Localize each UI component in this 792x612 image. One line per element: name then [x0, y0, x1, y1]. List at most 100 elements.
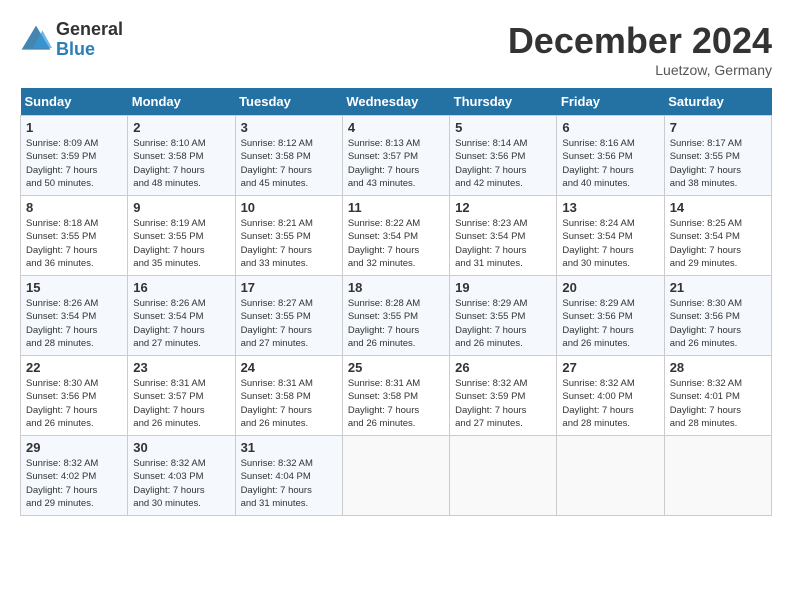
calendar-cell: [342, 436, 449, 516]
logo-text: General Blue: [56, 20, 123, 60]
day-number: 10: [241, 200, 337, 215]
calendar-cell: 8Sunrise: 8:18 AMSunset: 3:55 PMDaylight…: [21, 196, 128, 276]
day-number: 11: [348, 200, 444, 215]
day-info: Sunrise: 8:12 AMSunset: 3:58 PMDaylight:…: [241, 137, 337, 190]
day-number: 24: [241, 360, 337, 375]
day-info: Sunrise: 8:22 AMSunset: 3:54 PMDaylight:…: [348, 217, 444, 270]
day-info: Sunrise: 8:10 AMSunset: 3:58 PMDaylight:…: [133, 137, 229, 190]
day-number: 14: [670, 200, 766, 215]
day-number: 2: [133, 120, 229, 135]
location: Luetzow, Germany: [508, 62, 772, 78]
day-number: 23: [133, 360, 229, 375]
day-number: 17: [241, 280, 337, 295]
calendar-cell: 31Sunrise: 8:32 AMSunset: 4:04 PMDayligh…: [235, 436, 342, 516]
day-info: Sunrise: 8:31 AMSunset: 3:58 PMDaylight:…: [241, 377, 337, 430]
day-number: 20: [562, 280, 658, 295]
header-day-monday: Monday: [128, 88, 235, 116]
calendar-week-4: 22 Sunrise: 8:30 AMSunset: 3:56 PMDayligh…: [21, 356, 772, 436]
calendar-cell: 5Sunrise: 8:14 AMSunset: 3:56 PMDaylight…: [450, 116, 557, 196]
day-number: 16: [133, 280, 229, 295]
day-number: 13: [562, 200, 658, 215]
day-info: Sunrise: 8:30 AMSunset: 3:56 PMDaylight:…: [670, 297, 766, 350]
day-info: Sunrise: 8:16 AMSunset: 3:56 PMDaylight:…: [562, 137, 658, 190]
day-number: 1: [26, 120, 122, 135]
header-day-thursday: Thursday: [450, 88, 557, 116]
calendar-cell: 11 Sunrise: 8:22 AMSunset: 3:54 PMDayligh…: [342, 196, 449, 276]
day-number: 22: [26, 360, 122, 375]
day-info: Sunrise: 8:29 AMSunset: 3:55 PMDaylight:…: [455, 297, 551, 350]
logo: General Blue: [20, 20, 123, 60]
day-info: Sunrise: 8:30 AMSunset: 3:56 PMDaylight:…: [26, 377, 122, 430]
day-number: 28: [670, 360, 766, 375]
calendar-cell: 1Sunrise: 8:09 AMSunset: 3:59 PMDaylight…: [21, 116, 128, 196]
calendar-cell: [450, 436, 557, 516]
day-number: 7: [670, 120, 766, 135]
day-info: Sunrise: 8:31 AMSunset: 3:57 PMDaylight:…: [133, 377, 229, 430]
day-number: 12: [455, 200, 551, 215]
day-info: Sunrise: 8:32 AMSunset: 4:00 PMDaylight:…: [562, 377, 658, 430]
day-info: Sunrise: 8:32 AMSunset: 4:02 PMDaylight:…: [26, 457, 122, 510]
day-number: 3: [241, 120, 337, 135]
calendar-table: SundayMondayTuesdayWednesdayThursdayFrid…: [20, 88, 772, 516]
calendar-cell: 3 Sunrise: 8:12 AMSunset: 3:58 PMDaylight…: [235, 116, 342, 196]
header-row: SundayMondayTuesdayWednesdayThursdayFrid…: [21, 88, 772, 116]
logo-general: General: [56, 20, 123, 40]
day-info: Sunrise: 8:32 AMSunset: 4:03 PMDaylight:…: [133, 457, 229, 510]
calendar-cell: 21 Sunrise: 8:30 AMSunset: 3:56 PMDayligh…: [664, 276, 771, 356]
calendar-cell: 16 Sunrise: 8:26 AMSunset: 3:54 PMDayligh…: [128, 276, 235, 356]
page-header: General Blue December 2024 Luetzow, Germ…: [20, 20, 772, 78]
calendar-week-5: 29Sunrise: 8:32 AMSunset: 4:02 PMDayligh…: [21, 436, 772, 516]
day-number: 5: [455, 120, 551, 135]
calendar-cell: 30 Sunrise: 8:32 AMSunset: 4:03 PMDayligh…: [128, 436, 235, 516]
day-info: Sunrise: 8:32 AMSunset: 3:59 PMDaylight:…: [455, 377, 551, 430]
day-number: 21: [670, 280, 766, 295]
calendar-cell: 25 Sunrise: 8:31 AMSunset: 3:58 PMDayligh…: [342, 356, 449, 436]
header-day-friday: Friday: [557, 88, 664, 116]
header-day-saturday: Saturday: [664, 88, 771, 116]
header-day-wednesday: Wednesday: [342, 88, 449, 116]
day-number: 30: [133, 440, 229, 455]
calendar-cell: 20Sunrise: 8:29 AMSunset: 3:56 PMDayligh…: [557, 276, 664, 356]
day-number: 8: [26, 200, 122, 215]
day-number: 18: [348, 280, 444, 295]
day-info: Sunrise: 8:27 AMSunset: 3:55 PMDaylight:…: [241, 297, 337, 350]
day-number: 19: [455, 280, 551, 295]
day-info: Sunrise: 8:31 AMSunset: 3:58 PMDaylight:…: [348, 377, 444, 430]
logo-icon: [20, 24, 52, 56]
calendar-cell: 17 Sunrise: 8:27 AMSunset: 3:55 PMDayligh…: [235, 276, 342, 356]
day-info: Sunrise: 8:23 AMSunset: 3:54 PMDaylight:…: [455, 217, 551, 270]
calendar-cell: 28Sunrise: 8:32 AMSunset: 4:01 PMDayligh…: [664, 356, 771, 436]
day-number: 15: [26, 280, 122, 295]
calendar-cell: 6 Sunrise: 8:16 AMSunset: 3:56 PMDaylight…: [557, 116, 664, 196]
day-info: Sunrise: 8:17 AMSunset: 3:55 PMDaylight:…: [670, 137, 766, 190]
day-number: 25: [348, 360, 444, 375]
calendar-cell: 18 Sunrise: 8:28 AMSunset: 3:55 PMDayligh…: [342, 276, 449, 356]
calendar-cell: [664, 436, 771, 516]
calendar-cell: 12 Sunrise: 8:23 AMSunset: 3:54 PMDayligh…: [450, 196, 557, 276]
day-info: Sunrise: 8:26 AMSunset: 3:54 PMDaylight:…: [26, 297, 122, 350]
header-day-sunday: Sunday: [21, 88, 128, 116]
calendar-cell: 24 Sunrise: 8:31 AMSunset: 3:58 PMDayligh…: [235, 356, 342, 436]
day-info: Sunrise: 8:25 AMSunset: 3:54 PMDaylight:…: [670, 217, 766, 270]
calendar-week-2: 8Sunrise: 8:18 AMSunset: 3:55 PMDaylight…: [21, 196, 772, 276]
calendar-header: SundayMondayTuesdayWednesdayThursdayFrid…: [21, 88, 772, 116]
calendar-cell: 9 Sunrise: 8:19 AMSunset: 3:55 PMDaylight…: [128, 196, 235, 276]
calendar-cell: 29Sunrise: 8:32 AMSunset: 4:02 PMDayligh…: [21, 436, 128, 516]
logo-blue: Blue: [56, 40, 123, 60]
day-info: Sunrise: 8:26 AMSunset: 3:54 PMDaylight:…: [133, 297, 229, 350]
calendar-cell: [557, 436, 664, 516]
day-info: Sunrise: 8:19 AMSunset: 3:55 PMDaylight:…: [133, 217, 229, 270]
calendar-cell: 7 Sunrise: 8:17 AMSunset: 3:55 PMDaylight…: [664, 116, 771, 196]
month-title: December 2024: [508, 20, 772, 62]
day-info: Sunrise: 8:24 AMSunset: 3:54 PMDaylight:…: [562, 217, 658, 270]
header-day-tuesday: Tuesday: [235, 88, 342, 116]
calendar-cell: 26 Sunrise: 8:32 AMSunset: 3:59 PMDayligh…: [450, 356, 557, 436]
day-info: Sunrise: 8:13 AMSunset: 3:57 PMDaylight:…: [348, 137, 444, 190]
day-number: 6: [562, 120, 658, 135]
calendar-cell: 22 Sunrise: 8:30 AMSunset: 3:56 PMDayligh…: [21, 356, 128, 436]
day-info: Sunrise: 8:21 AMSunset: 3:55 PMDaylight:…: [241, 217, 337, 270]
calendar-cell: 27Sunrise: 8:32 AMSunset: 4:00 PMDayligh…: [557, 356, 664, 436]
day-info: Sunrise: 8:28 AMSunset: 3:55 PMDaylight:…: [348, 297, 444, 350]
day-number: 9: [133, 200, 229, 215]
day-number: 26: [455, 360, 551, 375]
